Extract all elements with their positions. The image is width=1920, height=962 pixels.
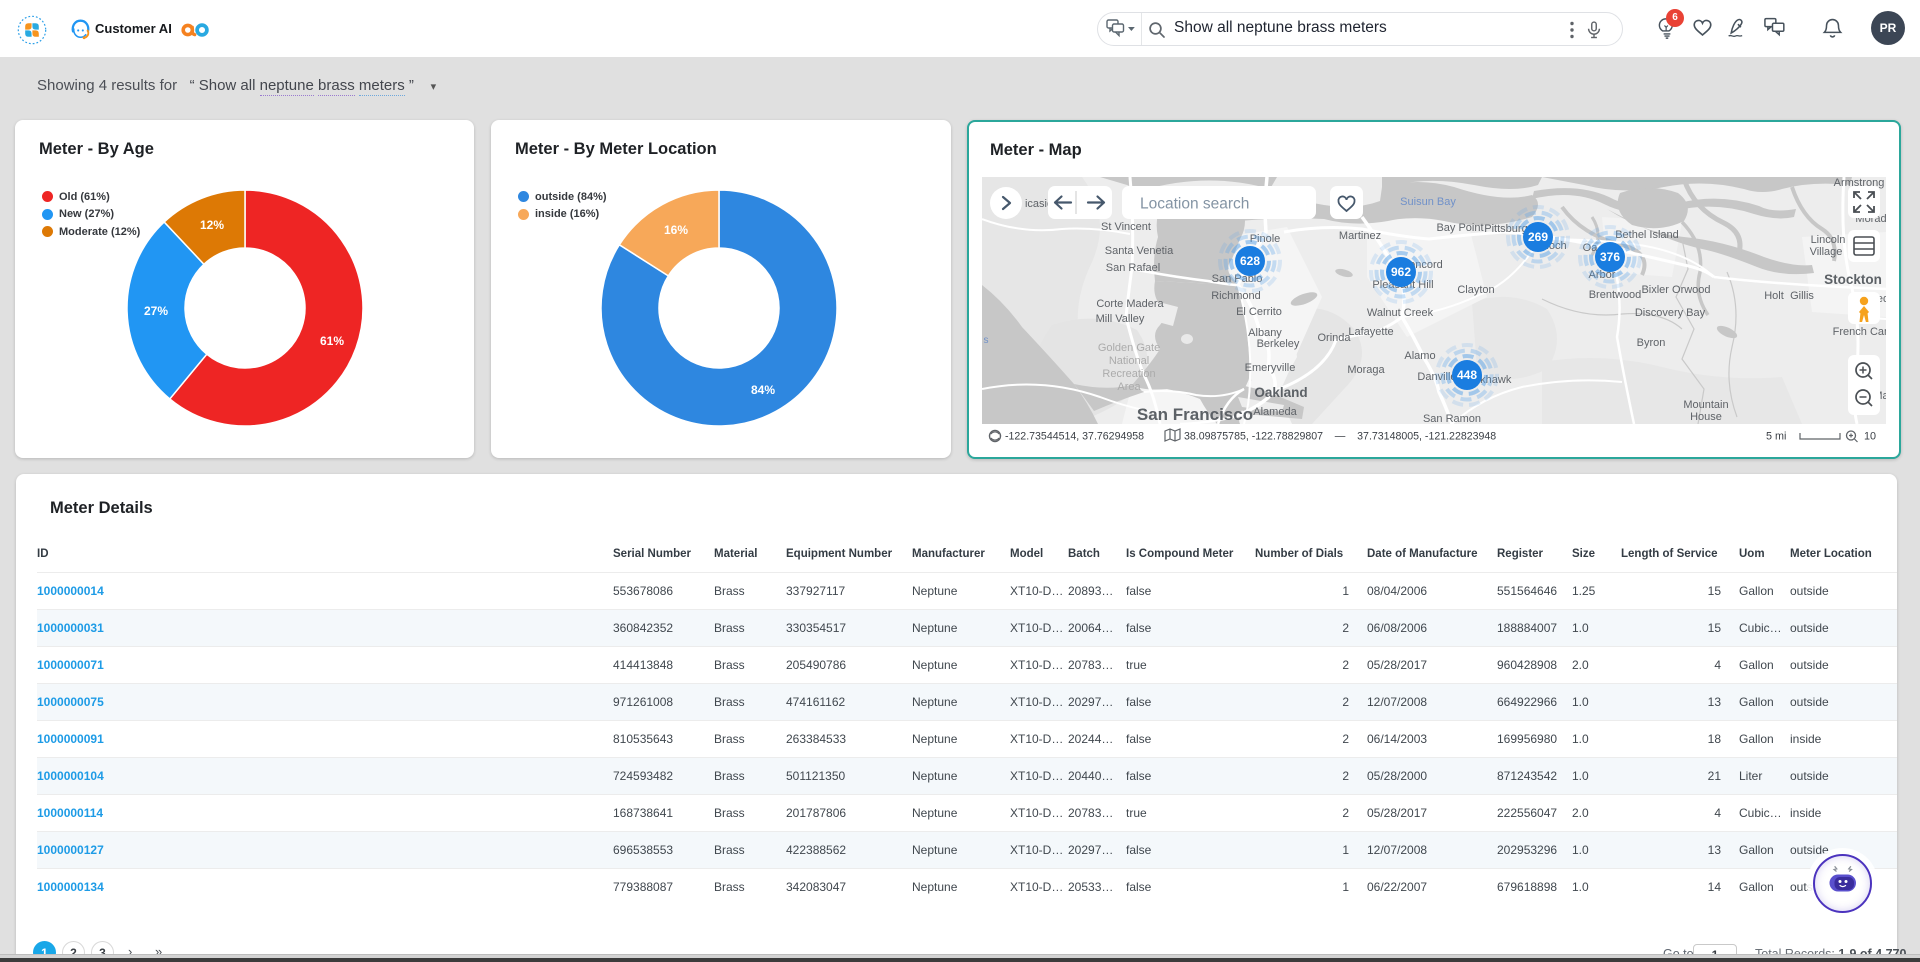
svg-text:San Ramon: San Ramon bbox=[1423, 413, 1481, 424]
svg-text:Alameda: Alameda bbox=[1253, 406, 1297, 418]
svg-text:Mill Valley: Mill Valley bbox=[1096, 313, 1145, 325]
svg-text:269: 269 bbox=[1528, 230, 1548, 244]
svg-text:Santa Venetia: Santa Venetia bbox=[1105, 245, 1174, 257]
svg-text:Orinda: Orinda bbox=[1317, 332, 1351, 344]
svg-text:Location search: Location search bbox=[1140, 196, 1249, 213]
svg-text:Bixler Orwood: Bixler Orwood bbox=[1641, 284, 1710, 296]
svg-text:Bay Point: Bay Point bbox=[1436, 222, 1483, 234]
svg-text:Berkeley: Berkeley bbox=[1257, 338, 1300, 350]
svg-text:Mountain: Mountain bbox=[1683, 399, 1728, 411]
svg-text:Village: Village bbox=[1810, 246, 1843, 258]
svg-text:628: 628 bbox=[1240, 254, 1260, 268]
svg-text:Moraga: Moraga bbox=[1347, 364, 1385, 376]
svg-text:Oakland: Oakland bbox=[1254, 385, 1307, 400]
svg-text:Recreation: Recreation bbox=[1102, 368, 1155, 380]
svg-text:Holt: Holt bbox=[1764, 290, 1784, 302]
svg-text:Discovery Bay: Discovery Bay bbox=[1635, 307, 1706, 319]
svg-text:Lincoln: Lincoln bbox=[1811, 234, 1846, 246]
svg-text:962: 962 bbox=[1391, 265, 1411, 279]
svg-text:Alamo: Alamo bbox=[1404, 350, 1435, 362]
svg-text:Brentwood: Brentwood bbox=[1589, 289, 1642, 301]
svg-text:San Rafael: San Rafael bbox=[1106, 262, 1160, 274]
svg-text:St Vincent: St Vincent bbox=[1101, 221, 1151, 233]
svg-text:Walnut Creek: Walnut Creek bbox=[1367, 307, 1434, 319]
svg-text:Suisun Bay: Suisun Bay bbox=[1400, 196, 1456, 208]
svg-text:Byron: Byron bbox=[1637, 337, 1666, 349]
svg-text:Area: Area bbox=[1117, 381, 1141, 393]
svg-text:Stockton: Stockton bbox=[1824, 272, 1882, 287]
svg-text:Clayton: Clayton bbox=[1457, 284, 1494, 296]
svg-text:House: House bbox=[1690, 411, 1722, 423]
svg-text:5 mi: 5 mi bbox=[1766, 431, 1786, 443]
svg-text:38.09875785, -122.78829807: 38.09875785, -122.78829807 — 37.73148005… bbox=[1184, 431, 1496, 443]
svg-text:Martinez: Martinez bbox=[1339, 230, 1381, 242]
svg-text:448: 448 bbox=[1457, 368, 1477, 382]
svg-text:s: s bbox=[984, 335, 989, 346]
svg-text:376: 376 bbox=[1600, 250, 1620, 264]
svg-text:French Camp: French Camp bbox=[1833, 326, 1886, 338]
svg-text:Corte Madera: Corte Madera bbox=[1096, 298, 1164, 310]
svg-text:10: 10 bbox=[1864, 431, 1876, 443]
svg-text:Gillis: Gillis bbox=[1790, 290, 1814, 302]
svg-text:Lafayette: Lafayette bbox=[1348, 326, 1393, 338]
svg-text:National: National bbox=[1109, 355, 1149, 367]
svg-text:El Cerrito: El Cerrito bbox=[1236, 306, 1282, 318]
svg-text:-122.73544514, 37.76294958: -122.73544514, 37.76294958 bbox=[1005, 431, 1144, 443]
svg-text:Golden Gate: Golden Gate bbox=[1098, 342, 1160, 354]
svg-text:Emeryville: Emeryville bbox=[1245, 362, 1296, 374]
svg-text:San Francisco: San Francisco bbox=[1137, 405, 1253, 424]
